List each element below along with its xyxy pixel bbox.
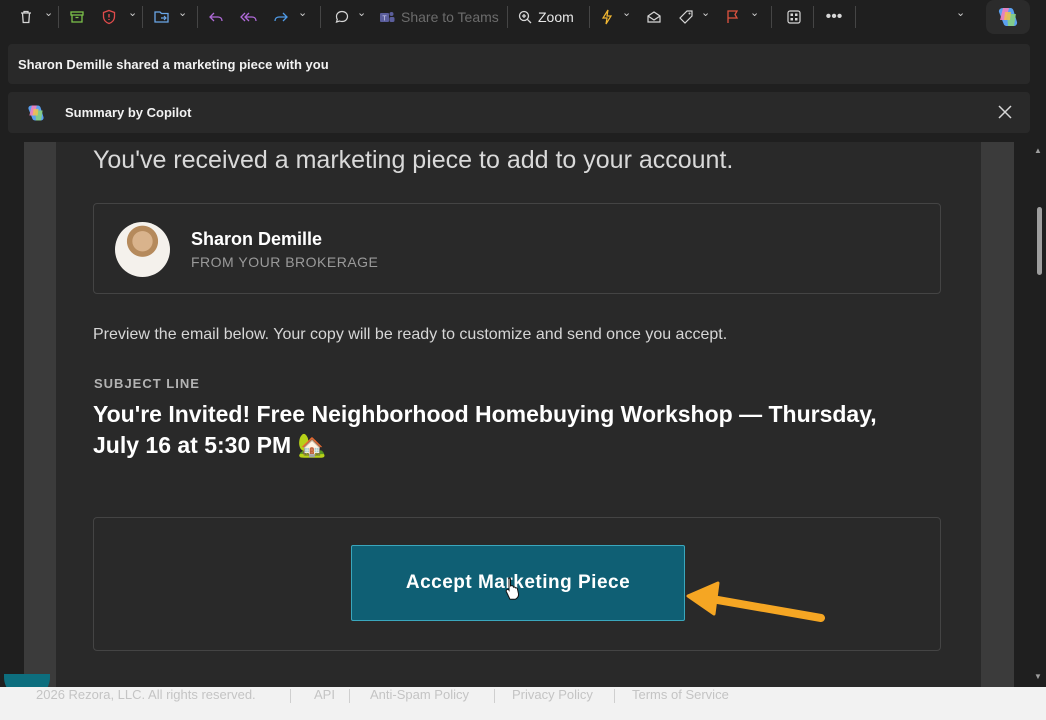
- scrollbar-thumb[interactable]: [1037, 207, 1042, 275]
- sender-subtitle: FROM YOUR BROKERAGE: [191, 254, 379, 270]
- archive-icon[interactable]: [67, 4, 87, 30]
- avatar: [115, 222, 170, 277]
- toolbar-divider: [855, 6, 856, 28]
- teams-icon: T: [380, 12, 395, 23]
- copilot-icon: [28, 105, 44, 120]
- toolbar-divider: [142, 6, 143, 28]
- reply-icon[interactable]: [206, 4, 226, 30]
- copilot-summary-bar[interactable]: Summary by Copilot: [8, 92, 1030, 133]
- sender-card: Sharon Demille FROM YOUR BROKERAGE: [93, 203, 941, 294]
- toolbar-divider: [589, 6, 590, 28]
- report-icon[interactable]: [99, 4, 119, 30]
- chevron-down-icon[interactable]: ⌄: [44, 6, 53, 19]
- delete-icon[interactable]: [16, 4, 36, 30]
- apps-icon[interactable]: [784, 4, 804, 30]
- annotation-arrow: [686, 581, 825, 622]
- expand-ribbon-chevron-icon[interactable]: ⌄: [956, 6, 965, 19]
- email-headline: You've received a marketing piece to add…: [93, 146, 734, 174]
- chevron-down-icon[interactable]: ⌄: [298, 6, 307, 19]
- close-icon[interactable]: [996, 103, 1014, 121]
- scroll-up-arrow-icon[interactable]: ▲: [1034, 146, 1042, 155]
- subject-line-label: SUBJECT LINE: [94, 376, 200, 391]
- toolbar-divider: [197, 6, 198, 28]
- toolbar-divider: [813, 6, 814, 28]
- email-body: You've received a marketing piece to add…: [24, 142, 1014, 687]
- toolbar-divider: [771, 6, 772, 28]
- email-content: You've received a marketing piece to add…: [56, 142, 981, 687]
- share-to-teams-label: Share to Teams: [401, 9, 499, 25]
- zoom-label: Zoom: [538, 9, 574, 25]
- toolbar-divider: [507, 6, 508, 28]
- subject-line: You're Invited! Free Neighborhood Homebu…: [93, 401, 877, 458]
- chevron-down-icon[interactable]: ⌄: [128, 6, 137, 19]
- mark-read-icon[interactable]: [644, 4, 664, 30]
- chevron-down-icon[interactable]: ⌄: [622, 6, 631, 19]
- chevron-down-icon[interactable]: ⌄: [178, 6, 187, 19]
- scroll-down-arrow-icon[interactable]: ▼: [1034, 672, 1042, 681]
- reply-all-icon[interactable]: [238, 4, 260, 30]
- footer-link-terms[interactable]: Terms of Service: [632, 687, 729, 702]
- preview-text: Preview the email below. Your copy will …: [93, 326, 728, 343]
- footer-divider: [494, 689, 495, 703]
- shared-notice-text: Sharon Demille shared a marketing piece …: [18, 56, 329, 72]
- zoom-icon: [518, 10, 532, 24]
- copilot-summary-title: Summary by Copilot: [65, 105, 192, 120]
- footer-link-privacy[interactable]: Privacy Policy: [512, 687, 593, 702]
- svg-text:T: T: [382, 16, 387, 23]
- footer-divider: [349, 689, 350, 703]
- message-toolbar: ⌄ ⌄ ⌄ ⌄ ⌄ T Share to Teams Zoom ⌄ ⌄ ⌄ ••…: [0, 0, 1046, 34]
- shared-notice-bar: Sharon Demille shared a marketing piece …: [8, 44, 1030, 84]
- more-options-icon[interactable]: •••: [824, 4, 844, 30]
- move-to-folder-icon[interactable]: [151, 4, 173, 30]
- copilot-button[interactable]: [986, 0, 1030, 34]
- hand-cursor-icon: [505, 577, 519, 600]
- flag-icon[interactable]: [723, 4, 743, 30]
- footer-link-api[interactable]: API: [314, 687, 335, 702]
- chevron-down-icon[interactable]: ⌄: [701, 6, 710, 19]
- tag-icon[interactable]: [676, 4, 696, 30]
- forward-icon[interactable]: [271, 4, 291, 30]
- toolbar-divider: [58, 6, 59, 28]
- chat-icon[interactable]: [332, 4, 352, 30]
- footer-link-anti-spam[interactable]: Anti-Spam Policy: [370, 687, 469, 702]
- email-footer: 2026 Rezora, LLC. All rights reserved. A…: [0, 687, 1046, 720]
- zoom-button[interactable]: Zoom: [517, 4, 579, 30]
- share-to-teams-button[interactable]: T Share to Teams: [378, 4, 503, 30]
- toolbar-divider: [320, 6, 321, 28]
- quick-steps-icon[interactable]: [598, 4, 616, 30]
- copilot-icon: [998, 8, 1018, 26]
- chevron-down-icon[interactable]: ⌄: [357, 6, 366, 19]
- chevron-down-icon[interactable]: ⌄: [750, 6, 759, 19]
- footer-divider: [614, 689, 615, 703]
- sender-name: Sharon Demille: [191, 229, 323, 249]
- footer-copyright: 2026 Rezora, LLC. All rights reserved.: [36, 687, 256, 702]
- footer-divider: [290, 689, 291, 703]
